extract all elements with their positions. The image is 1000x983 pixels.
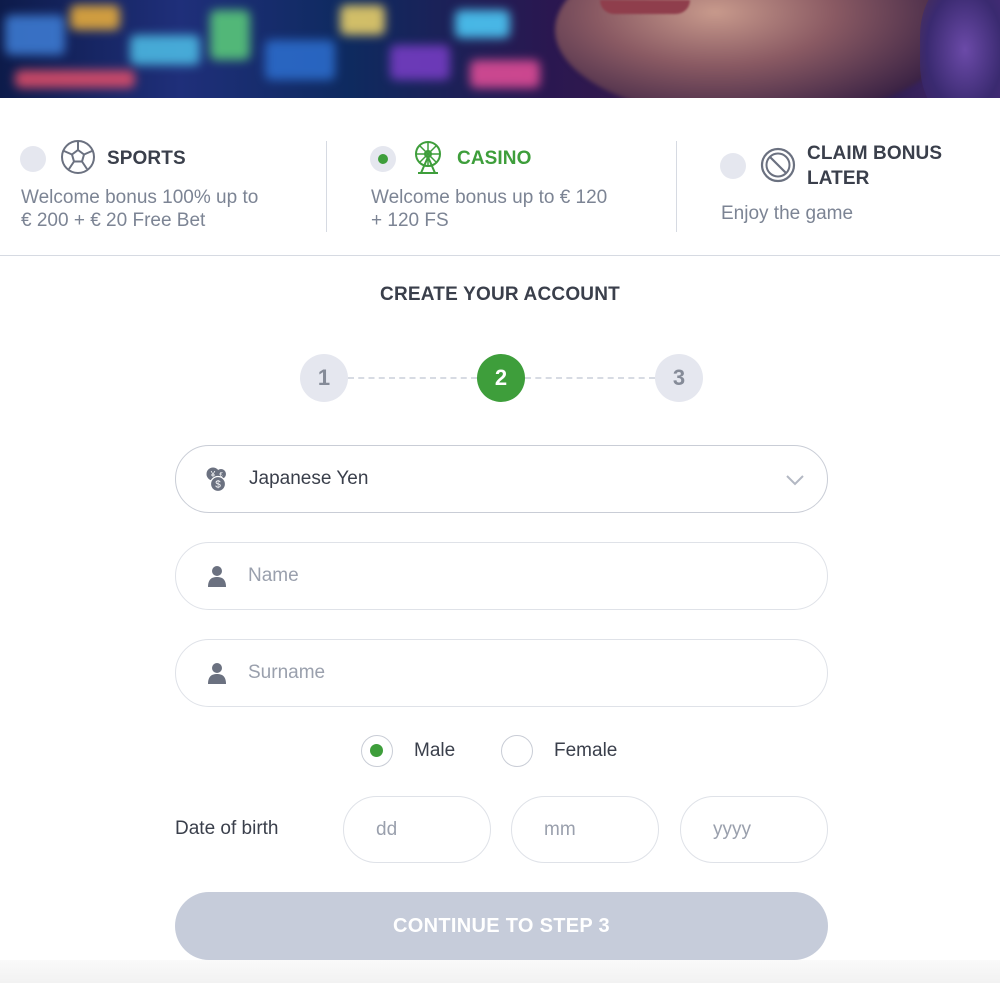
step-connector [348,377,477,379]
surname-field[interactable] [175,639,828,707]
currency-exchange-icon: ¥ € $ [206,467,227,492]
dob-month-field[interactable] [511,796,659,863]
svg-text:$: $ [215,480,221,491]
dob-year-input[interactable] [681,797,827,862]
step-indicator: 1 2 3 [300,354,703,402]
gender-option-female[interactable]: Female [501,735,617,767]
bonus-title-claim-later-line2: LATER [807,168,870,189]
dob-month-input[interactable] [512,797,658,862]
continue-button[interactable]: CONTINUE TO STEP 3 [175,892,828,960]
bonus-title-casino: CASINO [457,148,532,169]
bonus-divider [676,141,677,232]
user-icon [208,663,226,684]
bonus-option-claim-later[interactable]: CLAIM BONUS LATER Enjoy the game [720,98,980,256]
dob-label: Date of birth [175,818,279,839]
name-input[interactable] [248,543,788,609]
gender-label-female: Female [554,740,618,761]
bonus-radio-casino[interactable] [370,146,396,172]
bonus-title-claim-later-line1: CLAIM BONUS [807,143,943,164]
user-icon [208,566,226,587]
form-title: CREATE YOUR ACCOUNT [380,284,620,305]
gender-radio-female[interactable] [501,735,533,767]
bonus-option-sports[interactable]: SPORTS Welcome bonus 100% up to € 200 + … [20,98,320,256]
dob-day-field[interactable] [343,796,491,863]
gender-label-male: Male [414,740,456,761]
surname-input[interactable] [248,640,788,706]
chevron-down-icon [786,475,804,486]
dob-year-field[interactable] [680,796,828,863]
bonus-desc-casino-line2: + 120 FS [371,210,449,231]
bonus-option-casino[interactable]: CASINO Welcome bonus up to € 120 + 120 F… [370,98,670,256]
dob-day-input[interactable] [344,797,490,862]
step-2: 2 [477,354,525,402]
gender-radio-male[interactable] [361,735,393,767]
page-bottom-edge [0,960,1000,983]
bonus-title-sports: SPORTS [107,148,186,169]
bonus-divider [326,141,327,232]
bonus-desc-sports-line2: € 200 + € 20 Free Bet [21,210,206,231]
bonus-radio-claim-later[interactable] [720,153,746,179]
hero-banner [0,0,1000,98]
bonus-desc-sports-line1: Welcome bonus 100% up to [21,187,259,208]
name-field[interactable] [175,542,828,610]
gender-option-male[interactable]: Male [361,735,455,767]
bonus-desc-claim-later: Enjoy the game [721,203,854,224]
bonus-radio-sports[interactable] [20,146,46,172]
bonus-selector: SPORTS Welcome bonus 100% up to € 200 + … [0,98,1000,256]
ferris-wheel-icon [415,141,441,174]
step-3: 3 [655,354,703,402]
step-1: 1 [300,354,348,402]
currency-value: Japanese Yen [249,468,369,489]
soccer-ball-icon [61,140,95,174]
bonus-desc-casino-line1: Welcome bonus up to € 120 [371,187,608,208]
step-connector [525,377,655,379]
currency-select[interactable]: ¥ € $ Japanese Yen [175,445,828,513]
no-entry-icon [760,147,796,183]
